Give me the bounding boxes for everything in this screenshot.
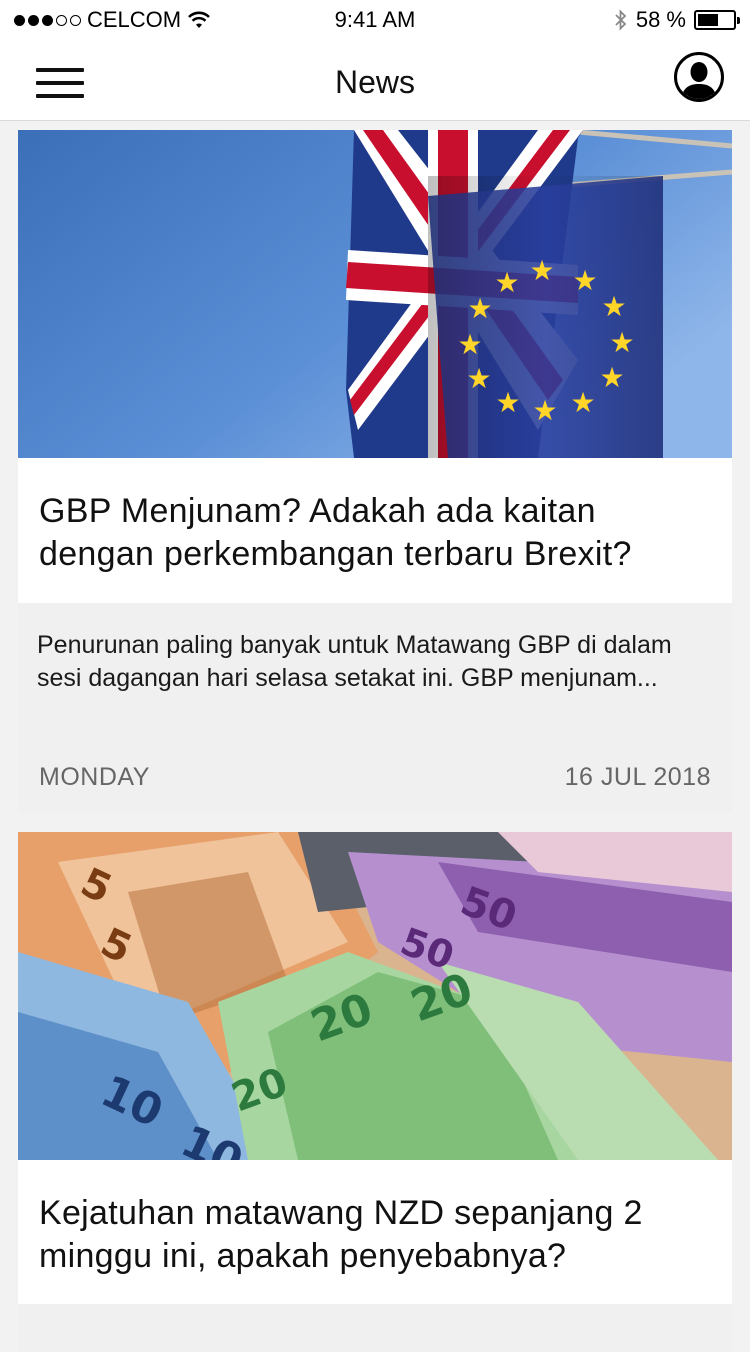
article-title[interactable]: Kejatuhan matawang NZD sepanjang 2 mingg…	[39, 1192, 711, 1278]
uk-eu-flags-photo: ★ ★ ★ ★ ★ ★ ★ ★ ★ ★ ★ ★	[18, 130, 732, 458]
svg-text:★: ★	[601, 290, 626, 323]
news-card[interactable]: ★ ★ ★ ★ ★ ★ ★ ★ ★ ★ ★ ★ GBP Menjunam? Ad…	[18, 130, 732, 812]
battery-icon	[694, 10, 740, 30]
article-summary	[18, 1304, 732, 1352]
article-day: MONDAY	[39, 763, 150, 791]
svg-text:★: ★	[466, 362, 491, 395]
svg-text:★: ★	[495, 386, 520, 419]
svg-text:★: ★	[570, 386, 595, 419]
status-bar: CELCOM 9:41 AM 58 %	[0, 0, 750, 40]
svg-text:★: ★	[494, 266, 519, 299]
news-card[interactable]: 20 20 20 50 50 10 10 5 5 Kejatuhan mataw…	[18, 832, 732, 1352]
svg-text:★: ★	[599, 361, 624, 394]
nzd-banknotes-photo: 20 20 20 50 50 10 10 5 5	[18, 832, 732, 1160]
svg-text:★: ★	[467, 292, 492, 325]
bluetooth-icon	[614, 9, 628, 31]
svg-text:★: ★	[529, 254, 554, 287]
svg-text:★: ★	[572, 264, 597, 297]
article-summary: Penurunan paling banyak untuk Matawang G…	[18, 603, 732, 812]
svg-text:★: ★	[457, 328, 482, 361]
battery-percent: 58 %	[635, 7, 686, 32]
svg-text:★: ★	[532, 394, 557, 427]
nav-bar: News	[0, 40, 750, 121]
user-profile-icon[interactable]	[674, 52, 724, 102]
article-excerpt: Penurunan paling banyak untuk Matawang G…	[37, 631, 672, 692]
article-title[interactable]: GBP Menjunam? Adakah ada kaitan dengan p…	[39, 490, 711, 576]
svg-text:★: ★	[609, 326, 634, 359]
article-date: 16 JUL 2018	[564, 763, 711, 791]
page-title: News	[334, 64, 415, 100]
